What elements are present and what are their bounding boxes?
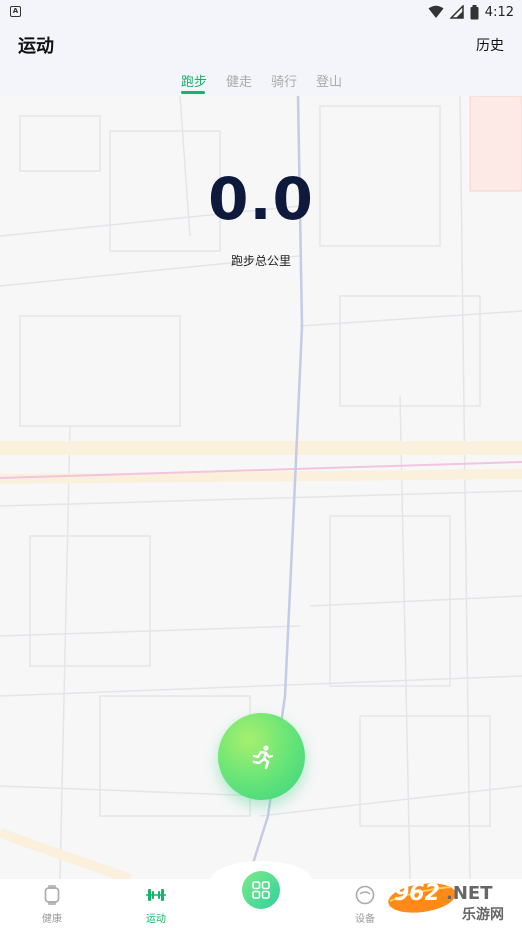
tab-running[interactable]: 跑步 xyxy=(181,71,207,90)
watermark-brand: 962 xyxy=(394,881,440,906)
dumbbell-icon xyxy=(146,889,166,901)
tab-cycling[interactable]: 骑行 xyxy=(271,71,297,90)
nav-item-device[interactable]: 设备 xyxy=(340,885,390,925)
grid-icon xyxy=(252,881,270,899)
status-icons: 4:12 xyxy=(428,3,514,21)
watermark-cn: 乐游网 xyxy=(462,907,504,923)
running-person-icon xyxy=(252,744,273,769)
nav-label-sport: 运动 xyxy=(146,914,166,925)
nav-item-health[interactable]: 健康 xyxy=(27,885,77,925)
tab-walking[interactable]: 健走 xyxy=(226,71,252,90)
nav-center-button[interactable] xyxy=(242,871,280,909)
nav-item-sport[interactable]: 运动 xyxy=(131,885,181,925)
watermark-suffix: .NET xyxy=(446,883,493,904)
battery-icon xyxy=(470,4,479,19)
page-title: 运动 xyxy=(18,36,54,57)
signal-icon xyxy=(449,5,464,19)
status-bar: A 4:12 xyxy=(0,0,522,24)
active-tab-indicator xyxy=(181,91,205,94)
history-button[interactable]: 历史 xyxy=(476,35,504,55)
watch-icon xyxy=(44,885,60,905)
wifi-icon xyxy=(428,5,444,18)
app-header: 运动 历史 跑步 健走 骑行 登山 xyxy=(0,24,522,96)
total-distance-value: 0.0 xyxy=(208,165,314,233)
tab-hiking[interactable]: 登山 xyxy=(316,71,342,90)
start-run-button[interactable] xyxy=(218,713,305,800)
nav-label-health: 健康 xyxy=(42,914,62,925)
notification-a-icon: A xyxy=(10,6,21,17)
sport-tabs: 跑步 健走 骑行 登山 xyxy=(0,71,522,97)
site-watermark: 962 .NET 乐游网 xyxy=(384,881,518,925)
clock: 4:12 xyxy=(484,4,514,20)
total-distance-label: 跑步总公里 xyxy=(230,254,291,268)
device-icon xyxy=(355,885,375,905)
nav-label-device: 设备 xyxy=(355,914,375,925)
